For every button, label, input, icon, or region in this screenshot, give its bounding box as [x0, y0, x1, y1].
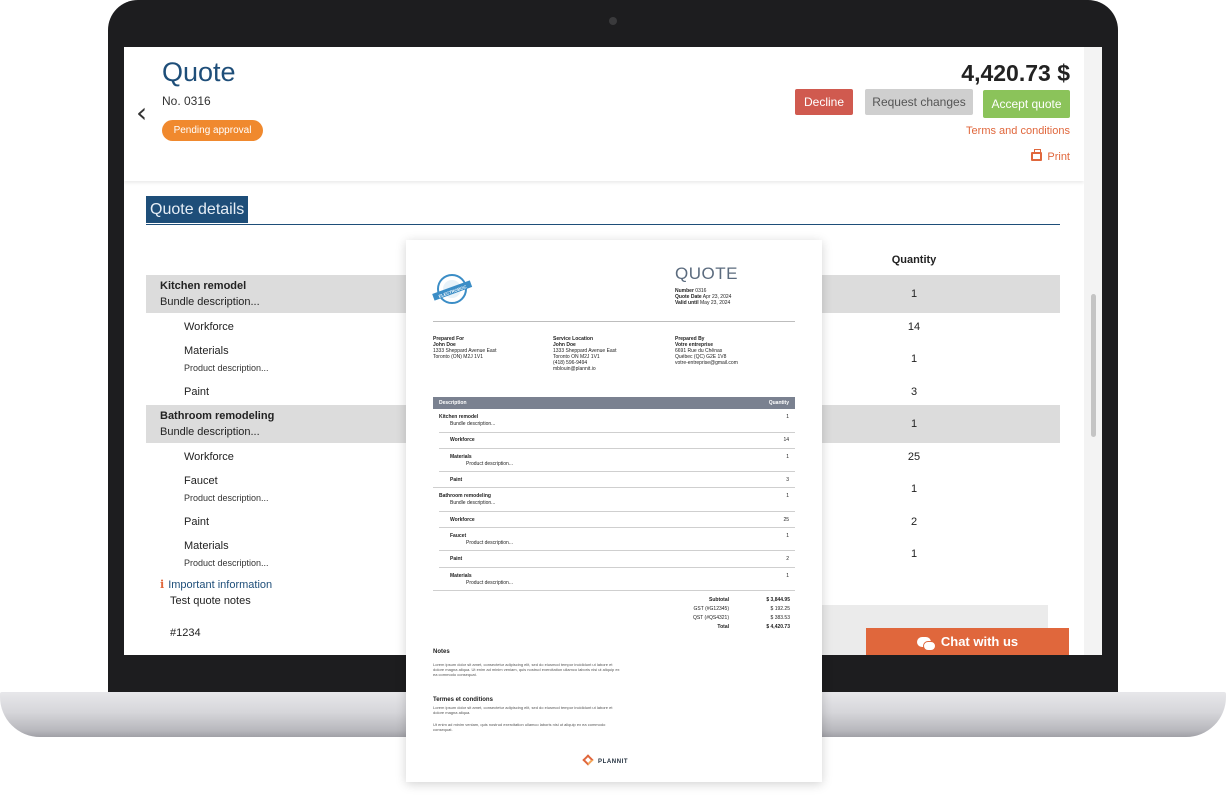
print-label: Print	[1047, 151, 1070, 163]
item-description: Product description...	[184, 493, 269, 503]
terms-link[interactable]: Terms and conditions	[966, 125, 1070, 137]
status-badge: Pending approval	[162, 120, 263, 141]
item-quantity: 1	[910, 353, 918, 365]
document-terms-text: Lorem ipsum dolor sit amet, consectetur …	[433, 705, 613, 715]
item-quantity: 1	[910, 288, 918, 300]
chat-button[interactable]: Chat with us	[866, 628, 1069, 655]
item-quantity: 25	[907, 451, 921, 463]
quote-amount: 4,420.73 $	[961, 60, 1070, 86]
decline-button[interactable]: Decline	[795, 89, 853, 115]
info-icon: i	[160, 578, 165, 591]
item-name: Paint	[184, 386, 210, 398]
item-name: Workforce	[184, 321, 234, 333]
brand-name: PLANNIT	[598, 759, 629, 765]
quote-notes: Test quote notes	[170, 595, 251, 607]
plannit-brand: PLANNIT	[582, 754, 629, 766]
document-terms-heading: Termes et conditions	[433, 697, 493, 703]
document-meta: Number 0316 Quote Date Apr 23, 2024 Vali…	[675, 288, 732, 306]
quote-document: ELECTROBOC QUOTE Number 0316 Quote Date …	[406, 240, 822, 782]
item-name: Materials	[184, 345, 229, 357]
item-description: Bundle description...	[160, 296, 260, 308]
item-quantity: 1	[910, 418, 918, 430]
document-row-divider	[433, 487, 795, 488]
document-row-divider	[439, 448, 795, 449]
item-name: Paint	[184, 516, 210, 528]
item-quantity: 3	[910, 386, 918, 398]
item-name: Faucet	[184, 475, 218, 487]
document-terms-text: Ut enim ad minim veniam, quis nostrud ex…	[433, 722, 606, 732]
item-description: Bundle description...	[160, 426, 260, 438]
quote-header: ‹ Quote No. 0316 Pending approval 4,420.…	[124, 47, 1084, 181]
accept-quote-button[interactable]: Accept quote	[983, 90, 1070, 118]
item-name: Workforce	[184, 451, 234, 463]
page-title: Quote	[162, 57, 236, 87]
item-name: Bathroom remodeling	[160, 410, 275, 422]
electroboc-logo-icon: ELECTROBOC	[432, 274, 473, 304]
back-chevron-icon[interactable]: ‹	[136, 99, 147, 127]
document-notes-text: Lorem ipsum dolor sit amet, consectetur …	[433, 662, 620, 677]
chat-label: Chat with us	[940, 634, 1019, 649]
quantity-column-header: Quantity	[891, 254, 937, 266]
plannit-logo-icon	[582, 754, 594, 766]
print-button[interactable]: Print	[1031, 149, 1070, 163]
item-description: Product description...	[184, 363, 269, 373]
item-name: Materials	[184, 540, 229, 552]
item-quantity: 2	[910, 516, 918, 528]
document-row-divider	[439, 471, 795, 472]
chat-bubbles-icon	[916, 637, 936, 651]
scrollbar-thumb[interactable]	[1091, 294, 1096, 437]
important-information: i Important information	[160, 578, 272, 591]
document-divider	[433, 321, 795, 322]
printer-icon	[1031, 149, 1043, 161]
camera-icon	[609, 17, 617, 25]
document-row-divider	[439, 432, 795, 433]
prepared-for: Prepared For John Doe 1333 Sheppard Aven…	[433, 336, 497, 360]
document-title: QUOTE	[675, 264, 738, 283]
service-location: Service Location John Doe 1333 Sheppard …	[553, 336, 617, 372]
item-quantity: 14	[907, 321, 921, 333]
reference-number: #1234	[170, 627, 201, 639]
section-divider	[146, 224, 1060, 225]
prepared-by: Prepared By Votre entreprise 6691 Rue du…	[675, 336, 738, 366]
document-table-header: Description Quantity	[433, 397, 795, 409]
request-changes-button[interactable]: Request changes	[865, 89, 973, 115]
info-title-label: Important information	[168, 579, 273, 591]
document-row-divider	[439, 511, 795, 512]
item-description: Product description...	[184, 558, 269, 568]
document-row-divider	[433, 590, 795, 591]
document-row-divider	[439, 550, 795, 551]
item-quantity: 1	[910, 483, 918, 495]
item-quantity: 1	[910, 548, 918, 560]
document-row-divider	[439, 567, 795, 568]
quote-number: No. 0316	[162, 94, 211, 108]
item-name: Kitchen remodel	[160, 280, 247, 292]
quote-details-tab[interactable]: Quote details	[146, 196, 249, 223]
document-notes-heading: Notes	[433, 649, 450, 655]
scrollbar[interactable]	[1084, 47, 1102, 655]
document-row-divider	[439, 527, 795, 528]
